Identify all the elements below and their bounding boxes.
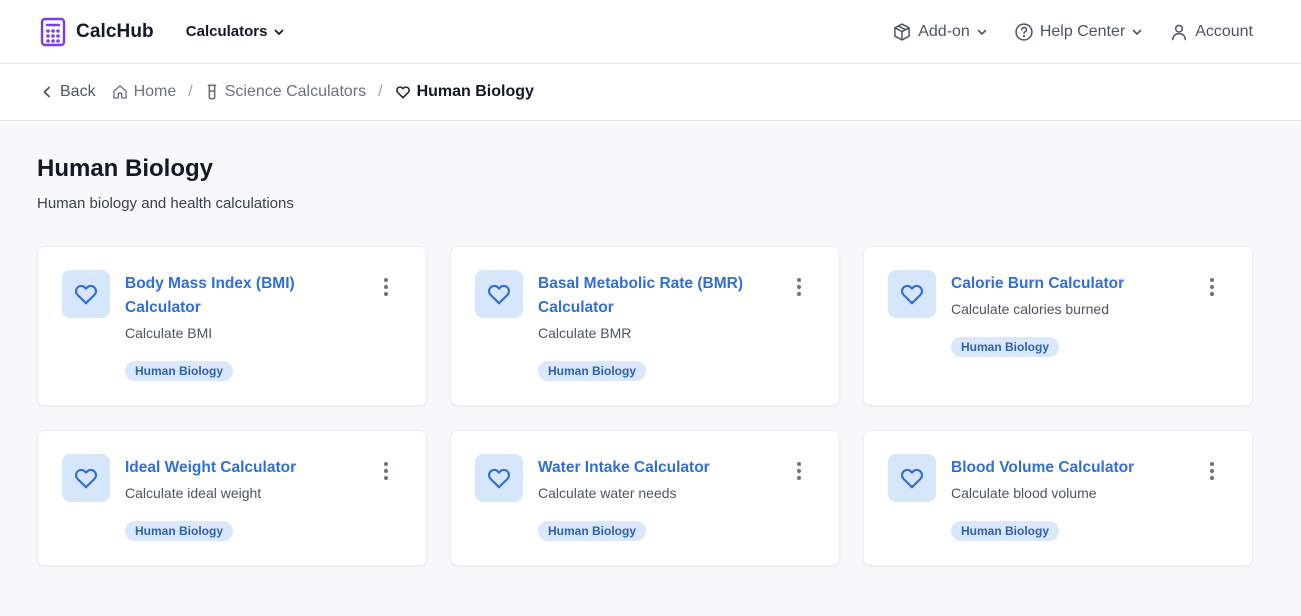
help-center-menu[interactable]: Help Center [1014,22,1143,42]
home-icon [112,85,127,99]
account-label: Account [1195,23,1253,40]
card-title[interactable]: Calorie Burn Calculator [951,272,1198,296]
brand-logo[interactable]: CalcHub [40,17,154,47]
page-subtitle: Human biology and health calculations [37,195,294,212]
breadcrumb-home-label: Home [133,83,177,100]
calculator-card-calorie-burn[interactable]: Calorie Burn Calculator Calculate calori… [863,246,1253,406]
breadcrumb-home[interactable]: Home [112,83,177,101]
card-title[interactable]: Body Mass Index (BMI) Calculator [125,272,372,320]
card-title[interactable]: Ideal Weight Calculator [125,456,372,480]
user-icon [1172,24,1187,41]
package-icon [894,23,911,41]
heart-icon [62,454,110,502]
calculator-card-bmr[interactable]: Basal Metabolic Rate (BMR) Calculator Ca… [450,246,840,406]
category-tag: Human Biology [125,521,234,541]
help-center-label: Help Center [1039,23,1126,40]
heart-icon [475,454,523,502]
card-description: Calculate blood volume [951,485,1097,501]
calculator-card-water-intake[interactable]: Water Intake Calculator Calculate water … [450,430,840,566]
breadcrumb-human-biology: Human Biology [395,83,534,101]
more-options-icon[interactable] [1204,277,1220,297]
card-title[interactable]: Blood Volume Calculator [951,456,1198,480]
breadcrumb-science-label: Science Calculators [224,83,367,100]
category-tag: Human Biology [951,521,1060,541]
breadcrumb-science-calculators[interactable]: Science Calculators [205,83,366,101]
card-title[interactable]: Water Intake Calculator [538,456,785,480]
heart-icon [62,270,110,318]
help-circle-icon [1015,23,1033,41]
calculators-menu-label: Calculators [185,23,268,40]
brand-name: CalcHub [76,20,154,42]
addon-menu[interactable]: Add-on [892,22,988,42]
category-tag: Human Biology [951,337,1060,357]
heart-icon [888,270,936,318]
page-title: Human Biology [37,155,214,182]
chevron-down-icon [977,29,987,35]
chevron-down-icon [275,29,284,35]
more-options-icon[interactable] [378,461,394,481]
calculator-icon [40,17,66,47]
main-content: Human Biology Human biology and health c… [0,121,1301,600]
top-nav: CalcHub Calculators Add-on Help Center A… [0,0,1301,64]
chevron-left-icon [43,86,50,98]
breadcrumb-separator: / [378,83,383,100]
more-options-icon[interactable] [791,277,807,297]
breadcrumb-separator: / [188,83,193,100]
category-tag: Human Biology [538,521,647,541]
card-title[interactable]: Basal Metabolic Rate (BMR) Calculator [538,272,785,320]
category-tag: Human Biology [538,361,647,381]
nav-right: Add-on Help Center Account [892,0,1253,64]
heart-icon [888,454,936,502]
heart-icon [395,86,410,99]
more-options-icon[interactable] [791,461,807,481]
addon-menu-label: Add-on [918,23,970,40]
heart-icon [475,270,523,318]
flask-icon [207,84,217,100]
calculators-menu[interactable]: Calculators [186,23,286,40]
back-label: Back [60,83,96,100]
calculator-card-ideal-weight[interactable]: Ideal Weight Calculator Calculate ideal … [37,430,427,566]
calculator-grid: Body Mass Index (BMI) Calculator Calcula… [37,246,1264,406]
back-button[interactable]: Back [40,83,96,101]
calculator-card-bmi[interactable]: Body Mass Index (BMI) Calculator Calcula… [37,246,427,406]
chevron-down-icon [1132,29,1142,35]
card-description: Calculate calories burned [951,301,1109,317]
category-tag: Human Biology [125,361,234,381]
card-description: Calculate water needs [538,485,677,501]
breadcrumb-current-label: Human Biology [416,83,534,100]
more-options-icon[interactable] [1204,461,1220,481]
account-menu[interactable]: Account [1169,22,1253,42]
card-description: Calculate BMI [125,325,213,341]
card-description: Calculate ideal weight [125,485,262,501]
more-options-icon[interactable] [378,277,394,297]
calculator-grid-row-2: Ideal Weight Calculator Calculate ideal … [37,430,1264,566]
calculator-card-blood-volume[interactable]: Blood Volume Calculator Calculate blood … [863,430,1253,566]
card-description: Calculate BMR [538,325,632,341]
breadcrumb: Back Home / Science Calculators / Human … [0,64,1301,121]
